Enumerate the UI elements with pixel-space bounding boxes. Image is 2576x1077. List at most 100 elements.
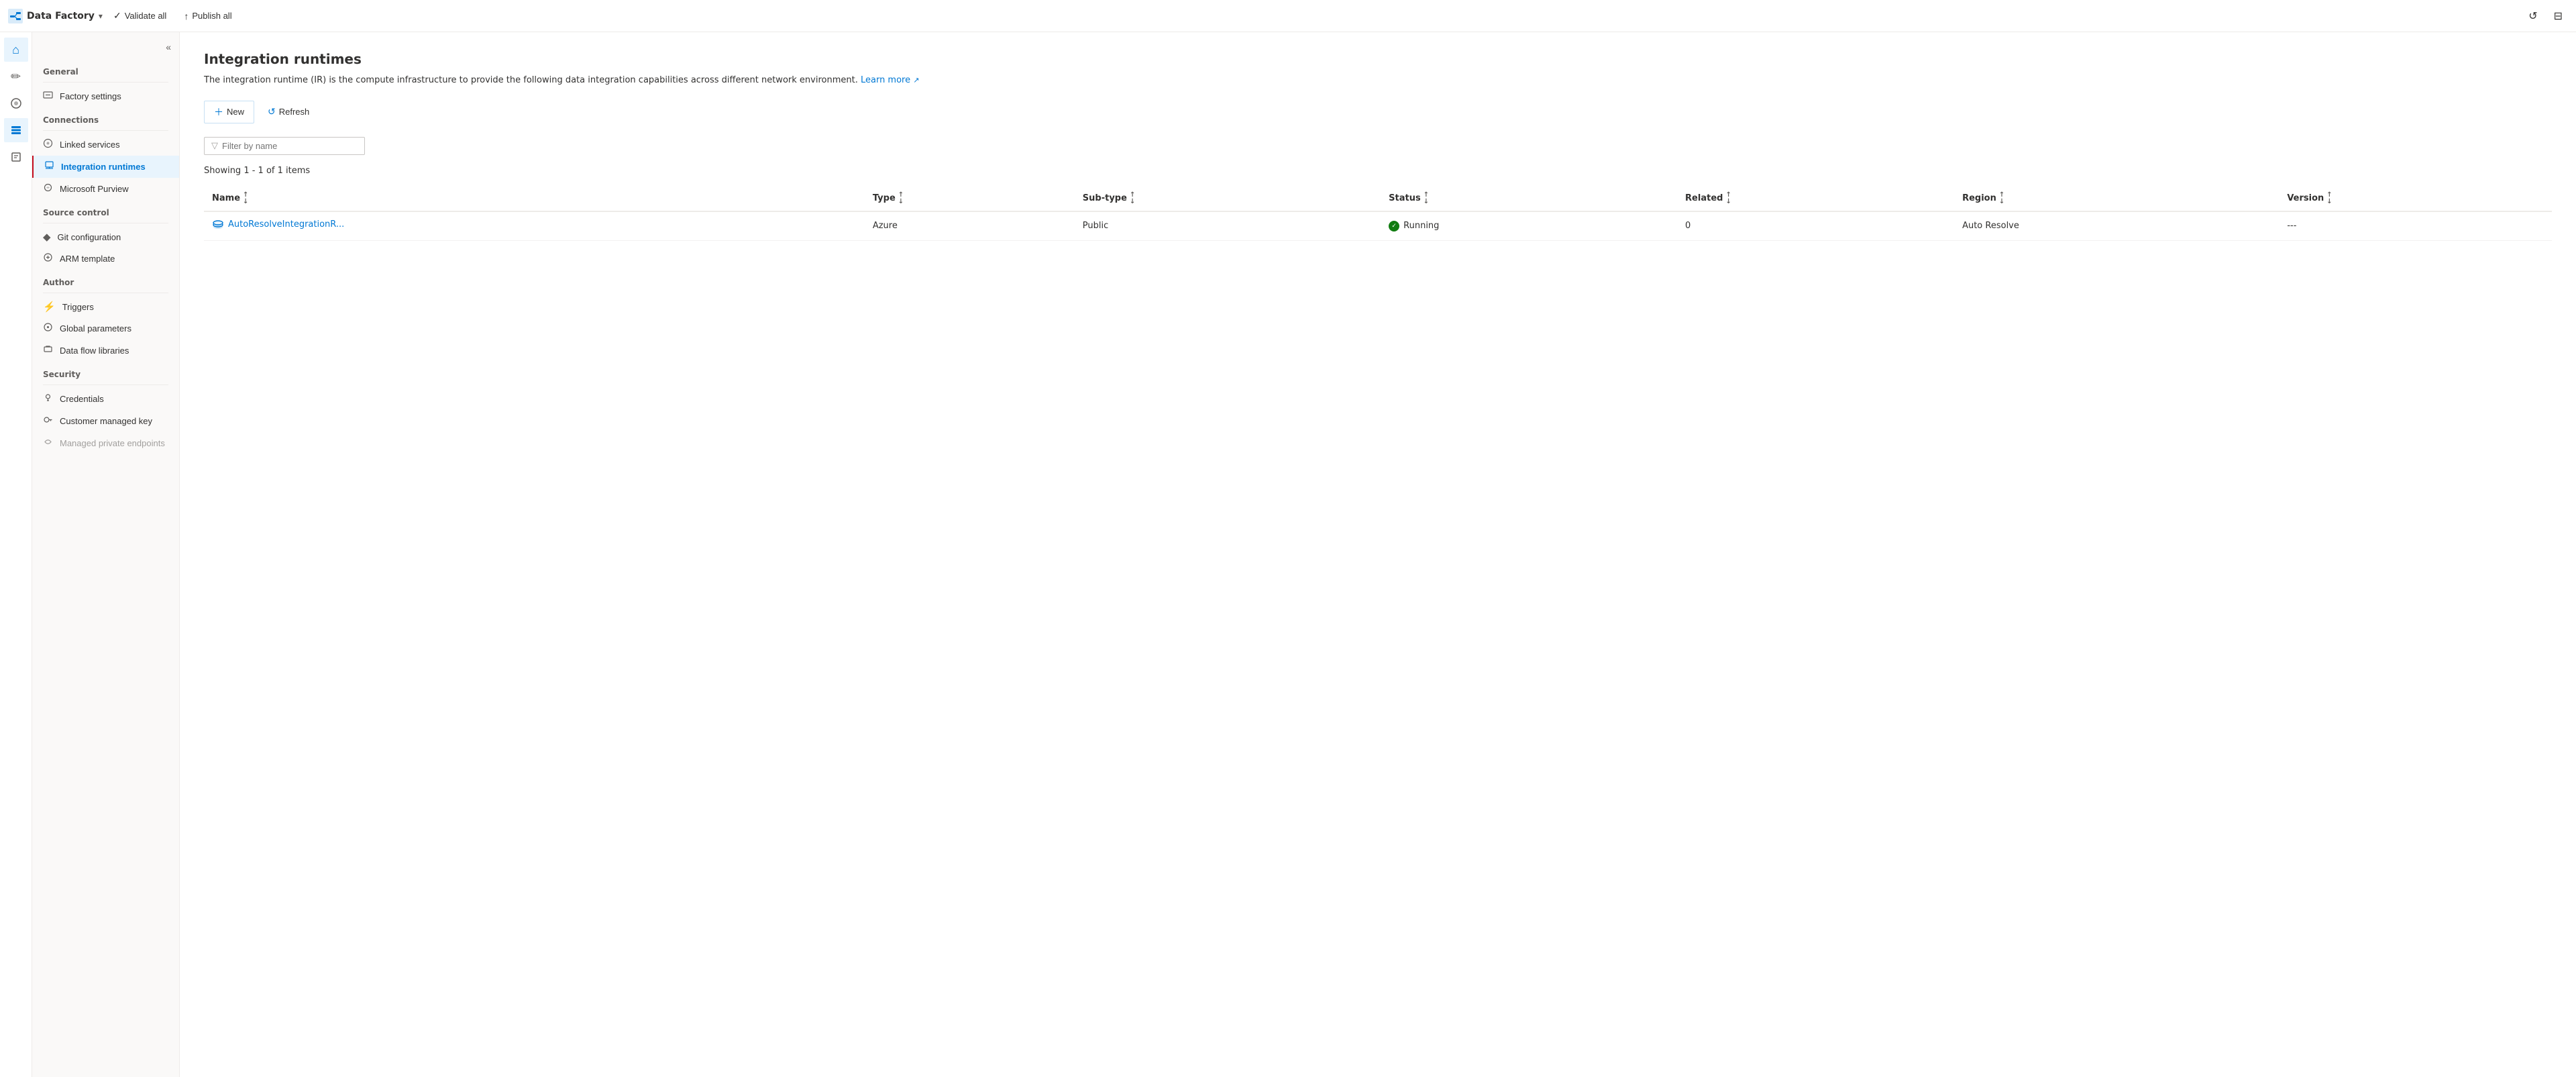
cell-region: Auto Resolve <box>1954 211 2279 241</box>
linked-services-label: Linked services <box>60 140 120 150</box>
type-col-label: Type <box>873 193 896 203</box>
icon-sidebar: ⌂ ✏ <box>0 32 32 1077</box>
manage-icon <box>10 124 22 136</box>
azure-runtime-icon <box>212 219 224 231</box>
git-configuration-icon: ◆ <box>43 231 51 243</box>
topbar-left: Data Factory ▾ ✓ Validate all ↑ Publish … <box>8 7 2518 25</box>
cell-status: Running <box>1381 211 1677 241</box>
col-header-related: Related ↑↓ <box>1677 187 1954 211</box>
region-sort-icon: ↑↓ <box>1999 192 2004 205</box>
validate-all-label: Validate all <box>125 11 167 21</box>
title-chevron-icon[interactable]: ▾ <box>99 11 103 21</box>
status-sort-control[interactable]: Status ↑↓ <box>1389 192 1429 205</box>
sidebar-item-managed-private-endpoints: Managed private endpoints <box>32 432 179 454</box>
content-area: Integration runtimes The integration run… <box>180 32 2576 1077</box>
author-section-label: Author <box>32 270 179 290</box>
filter-bar: ▽ <box>204 137 2552 155</box>
sidebar-item-microsoft-purview[interactable]: Microsoft Purview <box>32 178 179 200</box>
publish-icon: ↑ <box>184 11 189 21</box>
learn-more-link[interactable]: Learn more ↗ <box>861 75 920 85</box>
type-sort-icon: ↑↓ <box>898 192 904 205</box>
table-header: Name ↑↓ Type ↑↓ Sub-type ↑↓ <box>204 187 2552 211</box>
external-link-icon: ↗ <box>913 76 919 85</box>
status-dot <box>1389 221 1399 232</box>
related-sort-icon: ↑↓ <box>1725 192 1731 205</box>
name-col-label: Name <box>212 193 240 203</box>
cell-subtype: Public <box>1075 211 1381 241</box>
col-header-region: Region ↑↓ <box>1954 187 2279 211</box>
collapse-sidebar-button[interactable]: « <box>163 40 174 54</box>
status-col-label: Status <box>1389 193 1421 203</box>
refresh-icon: ↺ <box>268 106 276 117</box>
type-sort-control[interactable]: Type ↑↓ <box>873 192 904 205</box>
new-button[interactable]: ＋ New <box>204 101 254 123</box>
validate-icon: ✓ <box>113 10 121 21</box>
credentials-label: Credentials <box>60 394 104 404</box>
sidebar-item-git-configuration[interactable]: ◆ Git configuration <box>32 226 179 248</box>
page-description: The integration runtime (IR) is the comp… <box>204 74 2552 87</box>
plus-icon: ＋ <box>214 105 223 119</box>
sidebar-item-credentials[interactable]: Credentials <box>32 388 179 410</box>
customer-managed-key-icon <box>43 415 53 427</box>
learn-nav-button[interactable] <box>4 145 28 169</box>
filter-icon: ▽ <box>211 141 218 151</box>
status-sort-icon: ↑↓ <box>1424 192 1429 205</box>
filter-by-name-input[interactable] <box>222 141 358 151</box>
refresh-topbar-button[interactable]: ↺ <box>2523 7 2542 25</box>
sidebar-item-integration-runtimes[interactable]: Integration runtimes <box>32 156 179 178</box>
factory-settings-icon <box>43 90 53 103</box>
sidebar-item-arm-template[interactable]: ARM template <box>32 248 179 270</box>
cell-version: --- <box>2279 211 2552 241</box>
connections-divider <box>43 130 168 131</box>
refresh-button[interactable]: ↺ Refresh <box>260 102 317 121</box>
description-text: The integration runtime (IR) is the comp… <box>204 75 858 85</box>
author-nav-button[interactable]: ✏ <box>4 64 28 89</box>
nav-sidebar: « General Factory settings Connections L… <box>32 32 180 1077</box>
managed-private-endpoints-icon <box>43 437 53 450</box>
cell-type: Azure <box>865 211 1075 241</box>
security-divider <box>43 384 168 385</box>
monitor-nav-button[interactable] <box>4 91 28 115</box>
runtime-name-link[interactable]: AutoResolveIntegrationR... <box>228 219 344 229</box>
related-sort-control[interactable]: Related ↑↓ <box>1685 192 1731 205</box>
factory-settings-label: Factory settings <box>60 91 121 101</box>
manage-nav-button[interactable] <box>4 118 28 142</box>
sidebar-item-customer-managed-key[interactable]: Customer managed key <box>32 410 179 432</box>
subtype-sort-control[interactable]: Sub-type ↑↓ <box>1083 192 1136 205</box>
status-running: Running <box>1389 221 1669 232</box>
version-sort-control[interactable]: Version ↑↓ <box>2287 192 2332 205</box>
region-sort-control[interactable]: Region ↑↓ <box>1962 192 2004 205</box>
sidebar-item-global-parameters[interactable]: Global parameters <box>32 317 179 340</box>
microsoft-purview-label: Microsoft Purview <box>60 184 129 194</box>
triggers-icon: ⚡ <box>43 301 56 313</box>
global-parameters-icon <box>43 322 53 335</box>
microsoft-purview-icon <box>43 183 53 195</box>
data-flow-libraries-label: Data flow libraries <box>60 346 129 356</box>
git-configuration-label: Git configuration <box>58 232 121 242</box>
sidebar-item-triggers[interactable]: ⚡ Triggers <box>32 296 179 317</box>
col-header-version: Version ↑↓ <box>2279 187 2552 211</box>
items-count: Showing 1 - 1 of 1 items <box>204 166 2552 176</box>
sidebar-item-data-flow-libraries[interactable]: Data flow libraries <box>32 340 179 362</box>
learn-icon <box>10 151 22 163</box>
cell-related: 0 <box>1677 211 1954 241</box>
learn-more-text: Learn more <box>861 75 910 85</box>
filter-input-wrapper: ▽ <box>204 137 365 155</box>
toolbar: ＋ New ↺ Refresh <box>204 101 2552 123</box>
topbar-right: ↺ ⊟ <box>2523 7 2568 25</box>
name-sort-icon: ↑↓ <box>243 192 248 205</box>
settings-topbar-button[interactable]: ⊟ <box>2548 7 2568 25</box>
name-sort-control[interactable]: Name ↑↓ <box>212 192 248 205</box>
validate-all-button[interactable]: ✓ Validate all <box>107 7 173 25</box>
home-nav-button[interactable]: ⌂ <box>4 38 28 62</box>
source-control-section-label: Source control <box>32 200 179 220</box>
publish-all-button[interactable]: ↑ Publish all <box>177 7 238 25</box>
table-body: AutoResolveIntegrationR... Azure Public … <box>204 211 2552 241</box>
subtype-sort-icon: ↑↓ <box>1130 192 1135 205</box>
sidebar-item-factory-settings[interactable]: Factory settings <box>32 85 179 107</box>
sidebar-item-linked-services[interactable]: Linked services <box>32 134 179 156</box>
page-title: Integration runtimes <box>204 51 2552 67</box>
connections-section-label: Connections <box>32 107 179 127</box>
data-factory-logo <box>8 9 23 23</box>
col-header-name: Name ↑↓ <box>204 187 865 211</box>
